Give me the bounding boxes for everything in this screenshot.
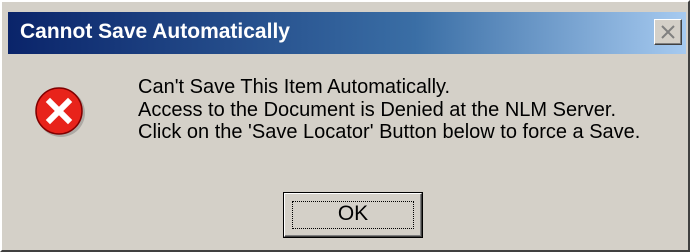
ok-button-label: OK — [337, 202, 369, 225]
message-line: Access to the Document is Denied at the … — [138, 98, 616, 121]
close-button[interactable] — [654, 19, 682, 45]
message-text: Can't Save This Item Automatically. Acce… — [138, 76, 640, 144]
message-line: Can't Save This Item Automatically. — [138, 76, 451, 98]
window-title: Cannot Save Automatically — [20, 20, 290, 43]
close-icon — [661, 25, 675, 39]
error-dialog: Cannot Save Automatically Can't Save Thi… — [0, 0, 690, 252]
ok-button[interactable]: OK — [283, 192, 423, 238]
title-bar[interactable]: Cannot Save Automatically — [8, 12, 686, 54]
message-line: Click on the 'Save Locator' Button below… — [138, 121, 641, 143]
error-icon — [35, 87, 85, 137]
